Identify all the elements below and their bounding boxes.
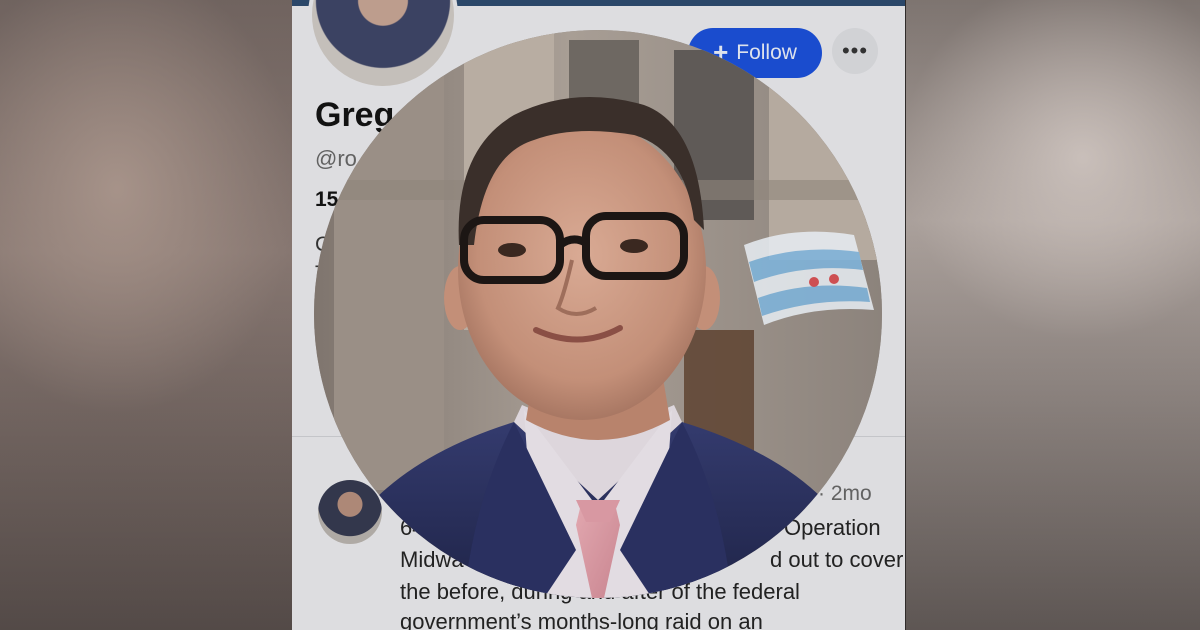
blurred-backdrop-right bbox=[906, 0, 1200, 630]
portrait-illustration bbox=[314, 30, 882, 598]
blurred-backdrop-left bbox=[0, 0, 292, 630]
enlarged-profile-photo bbox=[314, 30, 882, 598]
page-edge bbox=[905, 0, 906, 630]
